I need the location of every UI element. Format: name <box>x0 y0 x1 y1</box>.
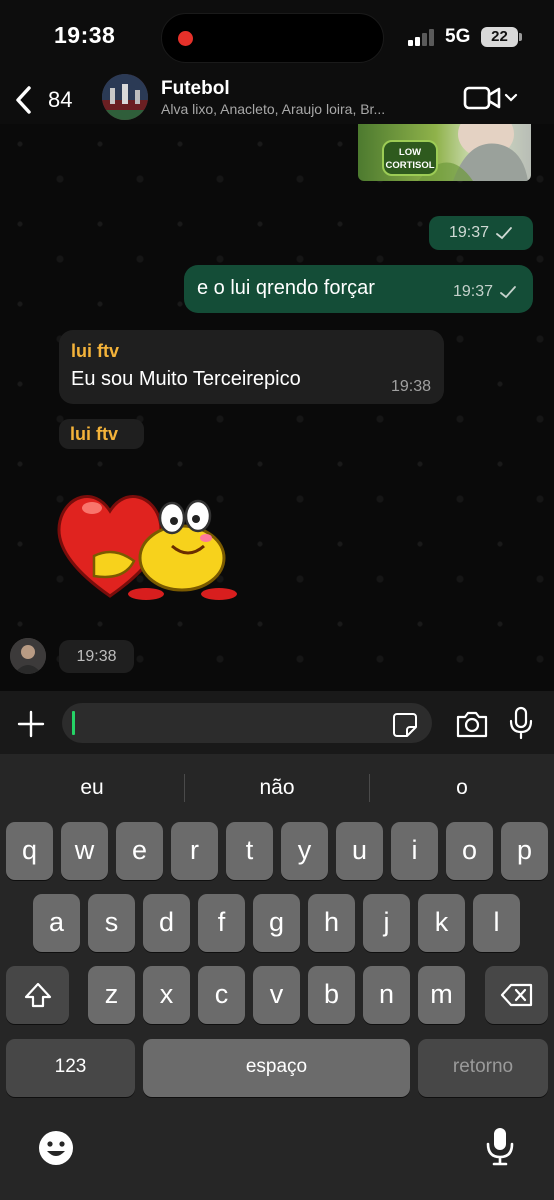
group-avatar[interactable] <box>102 74 148 120</box>
network-type: 5G <box>445 26 471 47</box>
keyboard: eu não o q w e r t y u i o p a s d f g h… <box>0 754 554 1200</box>
backspace-icon <box>500 983 532 1007</box>
key-m[interactable]: m <box>418 966 465 1024</box>
video-call-button[interactable] <box>463 84 519 112</box>
sticker-icon[interactable] <box>392 712 418 738</box>
message-text: e o lui qrendo forçar <box>197 277 375 299</box>
message-meta: 19:37 <box>453 283 517 301</box>
key-x[interactable]: x <box>143 966 190 1024</box>
message-time: 19:38 <box>390 378 431 395</box>
sticker-time: 19:38 <box>59 640 134 673</box>
recording-indicator-icon <box>178 31 193 46</box>
suggestion-bar: eu não o <box>0 768 554 808</box>
emoji-icon[interactable] <box>38 1130 74 1166</box>
message-composer <box>0 691 554 754</box>
key-q[interactable]: q <box>6 822 53 880</box>
key-h[interactable]: h <box>308 894 355 952</box>
message-time: 19:37 <box>448 224 490 241</box>
message-input[interactable] <box>62 703 432 743</box>
shared-image[interactable]: LOW CORTISOL <box>358 124 531 181</box>
numbers-key[interactable]: 123 <box>6 1039 135 1097</box>
dynamic-island <box>161 13 384 63</box>
chat-messages[interactable]: LOW CORTISOL 19:37 e o lui qrendo forçar… <box>0 124 554 691</box>
message-time: 19:37 <box>452 283 493 300</box>
return-key[interactable]: retorno <box>418 1039 548 1097</box>
heart-smiley-sticker[interactable] <box>54 476 244 611</box>
sender-name[interactable]: lui ftv <box>71 341 119 362</box>
key-o[interactable]: o <box>446 822 493 880</box>
key-i[interactable]: i <box>391 822 438 880</box>
shift-icon <box>24 982 51 1008</box>
group-members[interactable]: Alva lixo, Anacleto, Araujo loira, Br... <box>161 101 437 117</box>
battery-icon: 22 <box>481 27 522 47</box>
key-p[interactable]: p <box>501 822 548 880</box>
key-b[interactable]: b <box>308 966 355 1024</box>
key-k[interactable]: k <box>418 894 465 952</box>
key-y[interactable]: y <box>281 822 328 880</box>
sender-avatar[interactable] <box>10 638 46 674</box>
microphone-icon[interactable] <box>508 706 534 740</box>
outgoing-message[interactable]: e o lui qrendo forçar 19:37 <box>184 265 533 313</box>
incoming-message[interactable]: lui ftv Eu sou Muito Terceirepico 19:38 <box>59 330 444 404</box>
checkmark-icon <box>496 227 512 240</box>
camera-icon[interactable] <box>455 709 489 739</box>
status-time: 19:38 <box>54 22 116 48</box>
key-j[interactable]: j <box>363 894 410 952</box>
group-title[interactable]: Futebol <box>161 78 230 100</box>
shift-key[interactable] <box>6 966 69 1024</box>
checkmark-icon <box>500 286 516 299</box>
dictation-microphone-icon[interactable] <box>485 1126 515 1166</box>
signal-strength-icon <box>408 29 436 46</box>
sticker-sender-name[interactable]: lui ftv <box>59 419 144 449</box>
key-u[interactable]: u <box>336 822 383 880</box>
backspace-key[interactable] <box>485 966 548 1024</box>
chat-header: 84 Futebol Alva lixo, Anacleto, Araujo l… <box>0 74 554 124</box>
key-v[interactable]: v <box>253 966 300 1024</box>
key-z[interactable]: z <box>88 966 135 1024</box>
key-l[interactable]: l <box>473 894 520 952</box>
key-d[interactable]: d <box>143 894 190 952</box>
key-g[interactable]: g <box>253 894 300 952</box>
unread-count: 84 <box>48 87 73 112</box>
key-w[interactable]: w <box>61 822 108 880</box>
key-n[interactable]: n <box>363 966 410 1024</box>
text-cursor <box>72 711 75 735</box>
key-s[interactable]: s <box>88 894 135 952</box>
key-c[interactable]: c <box>198 966 245 1024</box>
status-bar: 19:38 5G 22 <box>0 0 554 74</box>
suggestion-item[interactable]: o <box>370 768 554 808</box>
key-t[interactable]: t <box>226 822 273 880</box>
plus-icon[interactable] <box>16 709 46 739</box>
chevron-down-icon <box>504 93 518 102</box>
image-badge: LOW CORTISOL <box>382 140 438 176</box>
key-r[interactable]: r <box>171 822 218 880</box>
suggestion-item[interactable]: eu <box>0 768 184 808</box>
space-key[interactable]: espaço <box>143 1039 410 1097</box>
key-a[interactable]: a <box>33 894 80 952</box>
key-f[interactable]: f <box>198 894 245 952</box>
message-text: Eu sou Muito Terceirepico <box>71 368 301 390</box>
chevron-left-icon <box>16 86 31 114</box>
back-button[interactable]: 84 <box>12 80 72 120</box>
key-e[interactable]: e <box>116 822 163 880</box>
video-camera-icon <box>463 86 501 110</box>
suggestion-item[interactable]: não <box>185 768 369 808</box>
outgoing-timestamp: 19:37 <box>429 216 533 250</box>
